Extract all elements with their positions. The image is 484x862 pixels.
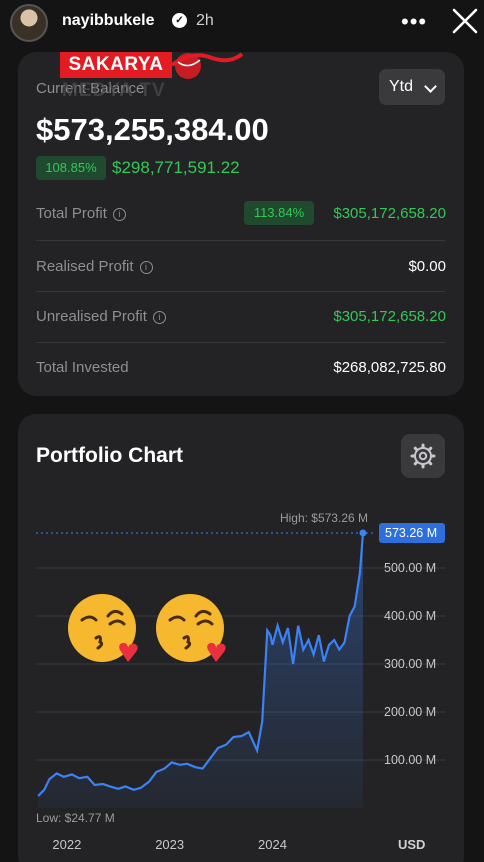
low-label: Low: $24.77 M	[36, 811, 115, 825]
kissing-face-emoji-icon	[68, 594, 138, 662]
x-tick-label: 2022	[52, 837, 81, 852]
y-tick-label: 200.00 M	[384, 705, 436, 719]
currency-label: USD	[398, 837, 425, 852]
y-tick-label: 300.00 M	[384, 657, 436, 671]
current-value-point[interactable]	[359, 529, 367, 537]
current-value-label: 573.26 M	[385, 526, 437, 540]
portfolio-line-chart: 100.00 M 200.00 M 300.00 M 400.00 M 500.00 M…	[36, 511, 446, 852]
y-tick-label: 400.00 M	[384, 609, 436, 623]
kissing-face-emoji-icon	[156, 594, 226, 662]
x-tick-label: 2023	[155, 837, 184, 852]
y-tick-label: 500.00 M	[384, 561, 436, 575]
high-label: High: $573.26 M	[280, 511, 368, 525]
y-tick-label: 100.00 M	[384, 753, 436, 767]
x-tick-label: 2024	[258, 837, 287, 852]
chart-area-fill	[38, 533, 363, 808]
current-value-badge: 573.26 M	[379, 522, 445, 543]
